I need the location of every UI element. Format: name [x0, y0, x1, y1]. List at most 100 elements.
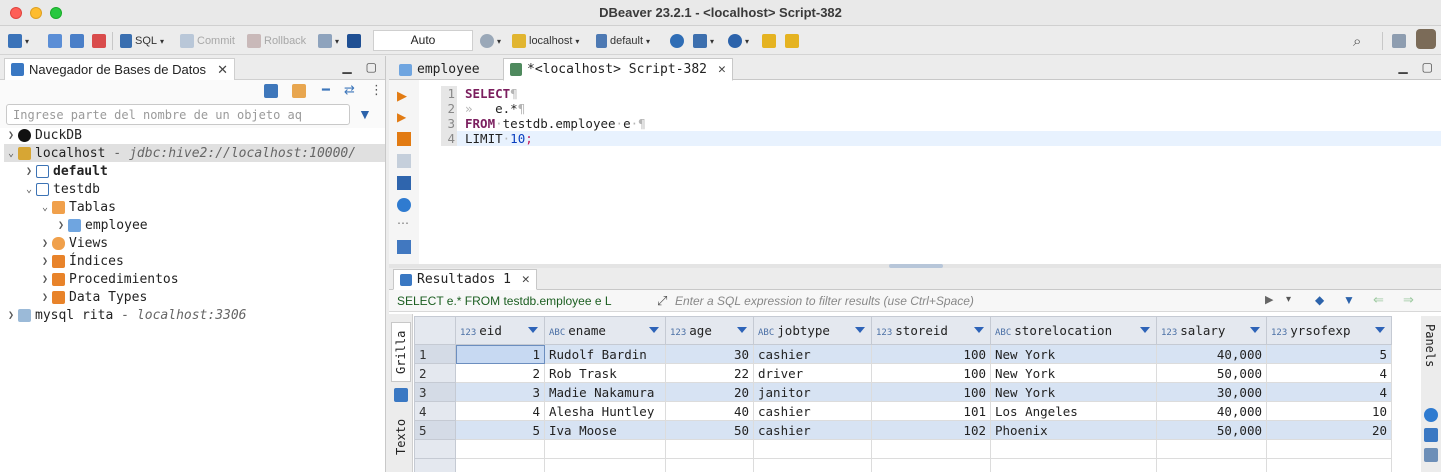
cell-storelocation[interactable]: Los Angeles — [990, 401, 1157, 421]
panels-toggle[interactable]: Panels — [1423, 324, 1437, 367]
chevron-down-icon[interactable]: ⌄ — [4, 148, 18, 159]
cell-storelocation[interactable]: New York — [990, 382, 1157, 402]
cell-ename[interactable]: Rudolf Bardin — [544, 344, 666, 364]
cell-storeid[interactable]: 102 — [871, 420, 991, 440]
cell-storeid[interactable]: 100 — [871, 363, 991, 383]
tab-texto[interactable]: Texto — [391, 408, 411, 466]
link-editor-icon[interactable]: ⇄ — [344, 82, 355, 98]
cell-eid[interactable]: 5 — [455, 420, 545, 440]
global-search-button[interactable]: ⌕ — [1353, 32, 1361, 50]
rollback-button[interactable]: Rollback — [247, 32, 306, 50]
column-header-jobtype[interactable]: ABC jobtype — [753, 316, 872, 345]
transaction-mode-field[interactable]: Auto — [373, 30, 473, 51]
settings-gear-icon[interactable] — [397, 198, 411, 212]
column-header-storelocation[interactable]: ABC storelocation — [990, 316, 1157, 345]
column-header-storeid[interactable]: 123 storeid — [871, 316, 991, 345]
new-folder-icon[interactable] — [292, 84, 306, 98]
apply-filter-icon[interactable]: ▶ — [1265, 293, 1273, 306]
cell-storeid[interactable]: 101 — [871, 401, 991, 421]
cell-eid[interactable]: 2 — [455, 363, 545, 383]
cell-jobtype[interactable]: cashier — [753, 401, 872, 421]
close-icon[interactable]: ✕ — [522, 272, 530, 287]
cell-ename[interactable]: Madie Nakamura — [544, 382, 666, 402]
more-icon[interactable]: ⋯ — [397, 216, 411, 230]
cell-eid[interactable]: 4 — [455, 401, 545, 421]
clear-filter-icon[interactable]: ◆ — [1315, 293, 1324, 307]
commit-button[interactable]: Commit — [180, 32, 235, 50]
row-number[interactable]: 4 — [414, 401, 456, 421]
tab-resultados-1[interactable]: Resultados 1 ✕ — [393, 269, 537, 290]
execute-script-icon[interactable] — [397, 132, 411, 146]
filter-history-icon[interactable]: ▾ — [1286, 294, 1291, 305]
tab-employee[interactable]: employee — [393, 58, 486, 81]
new-connection-button[interactable]: ▾ — [8, 32, 29, 50]
search-tool-button[interactable]: ▾ — [728, 32, 749, 50]
cell-jobtype[interactable]: janitor — [753, 382, 872, 402]
chevron-right-icon[interactable]: ❯ — [54, 220, 68, 231]
close-icon[interactable]: ✕ — [718, 62, 726, 77]
execute-new-tab-icon[interactable]: ▶ — [397, 110, 411, 124]
cell-age[interactable]: 40 — [665, 401, 754, 421]
chevron-right-icon[interactable]: ❯ — [38, 238, 52, 249]
disconnect-button[interactable] — [92, 32, 106, 50]
table-row[interactable]: 5 5 Iva Moose 50 cashier 102 Phoenix 50,000 20 — [414, 420, 1392, 440]
filter-query-text[interactable]: SELECT e.* FROM testdb.employee e L — [397, 294, 612, 308]
column-header-salary[interactable]: 123 salary — [1156, 316, 1267, 345]
cell-age[interactable]: 22 — [665, 363, 754, 383]
sort-arrow-icon[interactable] — [855, 327, 865, 333]
tree-node-default[interactable]: ❯ default — [22, 162, 108, 180]
row-number[interactable]: 2 — [414, 363, 456, 383]
cell-eid[interactable]: 1 — [455, 344, 545, 364]
reconnect-button[interactable] — [70, 32, 84, 50]
cell-age[interactable]: 30 — [665, 344, 754, 364]
transaction-mode-button[interactable]: ▾ — [318, 32, 339, 50]
cell-yrsofexp[interactable]: 10 — [1266, 401, 1392, 421]
collapse-all-icon[interactable]: ━ — [322, 82, 330, 98]
settings-gear-icon[interactable] — [1424, 408, 1438, 422]
chevron-right-icon[interactable]: ❯ — [22, 166, 36, 177]
row-number[interactable]: 5 — [414, 420, 456, 440]
cell-age[interactable]: 20 — [665, 382, 754, 402]
sort-arrow-icon[interactable] — [1375, 327, 1385, 333]
filter-icon[interactable]: ▼ — [1343, 293, 1355, 307]
sort-arrow-icon[interactable] — [1250, 327, 1260, 333]
sort-arrow-icon[interactable] — [1140, 327, 1150, 333]
terminal-icon[interactable] — [397, 176, 411, 190]
table-row[interactable]: 4 4 Alesha Huntley 40 cashier 101 Los Angeles 4… — [414, 401, 1392, 421]
execute-statement-icon[interactable]: ▶ — [397, 88, 411, 103]
cell-ename[interactable]: Rob Trask — [544, 363, 666, 383]
back-button[interactable] — [762, 32, 776, 50]
cell-yrsofexp[interactable]: 4 — [1266, 382, 1392, 402]
chevron-right-icon[interactable]: ❯ — [4, 130, 18, 141]
maximize-icon[interactable]: ▢ — [366, 60, 377, 74]
cell-storelocation[interactable]: New York — [990, 363, 1157, 383]
sql-editor-button[interactable]: SQL ▾ — [120, 32, 164, 50]
dashboard-button[interactable] — [670, 32, 684, 50]
row-number[interactable]: 3 — [414, 382, 456, 402]
chevron-down-icon[interactable]: ⌄ — [38, 202, 52, 213]
cell-salary[interactable]: 30,000 — [1156, 382, 1267, 402]
code-editor[interactable]: 1 SELECT¶ 2 » e.*¶ 3 FROM·testdb.employe… — [441, 86, 1441, 146]
tree-node-views[interactable]: ❯ Views — [38, 234, 108, 252]
cell-age[interactable]: 50 — [665, 420, 754, 440]
cell-salary[interactable]: 50,000 — [1156, 420, 1267, 440]
cell-yrsofexp[interactable]: 5 — [1266, 344, 1392, 364]
tools-button[interactable]: ▾ — [693, 32, 714, 50]
cell-salary[interactable]: 40,000 — [1156, 344, 1267, 364]
table-row[interactable]: 2 2 Rob Trask 22 driver 100 New York 50,000 4 — [414, 363, 1392, 383]
back-arrow-icon[interactable]: ⇐ — [1373, 292, 1384, 308]
sort-arrow-icon[interactable] — [649, 327, 659, 333]
minimize-icon[interactable]: ▁ — [342, 60, 351, 74]
maximize-icon[interactable]: ▢ — [1422, 60, 1433, 74]
column-header-eid[interactable]: 123 eid — [455, 316, 545, 345]
cell-eid[interactable]: 3 — [455, 382, 545, 402]
cell-storelocation[interactable]: New York — [990, 344, 1157, 364]
cell-jobtype[interactable]: cashier — [753, 344, 872, 364]
tree-node-localhost[interactable]: ⌄ localhost - jdbc:hive2://localhost:100… — [4, 144, 385, 162]
cell-storeid[interactable]: 100 — [871, 344, 991, 364]
sort-arrow-icon[interactable] — [737, 327, 747, 333]
column-header-yrsofexp[interactable]: 123 yrsofexp — [1266, 316, 1392, 345]
sort-arrow-icon[interactable] — [974, 327, 984, 333]
chevron-right-icon[interactable]: ❯ — [38, 256, 52, 267]
tree-node-duckdb[interactable]: ❯ DuckDB — [4, 126, 82, 144]
